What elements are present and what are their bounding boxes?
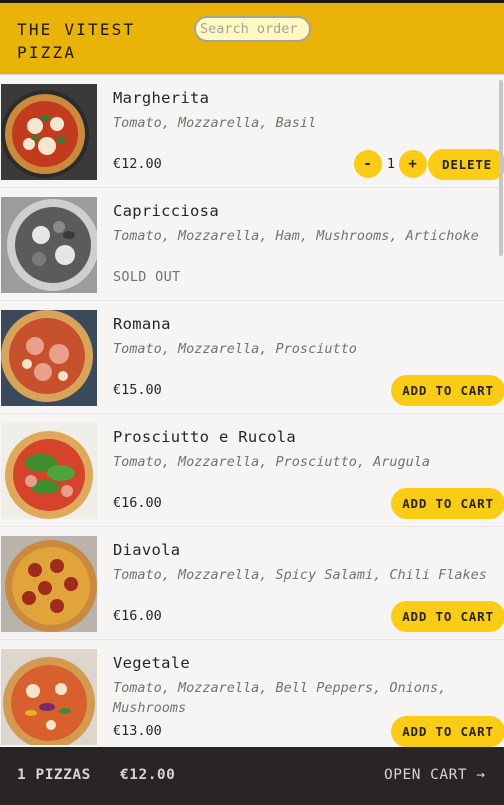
pizza-name: Vegetale xyxy=(113,654,191,672)
pizza-ingredients: Tomato, Mozzarella, Spicy Salami, Chili … xyxy=(113,567,487,583)
pizza-image-prosciutto-e-rucola xyxy=(1,423,97,519)
cart-overview-bar: 1 PIZZAS €12.00 OPEN CART → xyxy=(0,747,504,805)
pizza-ingredients: Tomato, Mozzarella, Prosciutto, Arugula xyxy=(113,454,430,470)
pizza-ingredients: Tomato, Mozzarella, Ham, Mushrooms, Arti… xyxy=(113,228,479,244)
cart-total-price: €12.00 xyxy=(120,767,176,783)
pizza-image-vegetale xyxy=(1,649,97,745)
app-header: THE VITEST PIZZA xyxy=(0,3,504,75)
pizza-price: €16.00 xyxy=(113,608,162,624)
pizza-ingredients: Tomato, Mozzarella, Basil xyxy=(113,115,317,131)
pizza-ingredients: Tomato, Mozzarella, Bell Peppers, Onions… xyxy=(113,680,447,716)
pizza-image-diavola xyxy=(1,536,97,632)
add-to-cart-button[interactable]: ADD TO CART xyxy=(391,716,504,747)
open-cart-link[interactable]: OPEN CART → xyxy=(384,767,486,783)
pizza-name: Prosciutto e Rucola xyxy=(113,428,297,446)
pizza-image-capricciosa xyxy=(1,197,97,293)
pizza-name: Diavola xyxy=(113,541,181,559)
pizza-image-romana xyxy=(1,310,97,406)
search-order-input[interactable] xyxy=(194,16,311,42)
pizza-price: €13.00 xyxy=(113,723,162,739)
sold-out-label: SOLD OUT xyxy=(113,269,181,285)
brand-logo-link[interactable]: THE VITEST PIZZA xyxy=(17,18,167,64)
pizza-price: €16.00 xyxy=(113,495,162,511)
pizza-ingredients: Tomato, Mozzarella, Prosciutto xyxy=(113,341,357,357)
menu-item-margherita: Margherita Tomato, Mozzarella, Basil €12… xyxy=(0,75,504,188)
decrease-quantity-button[interactable]: - xyxy=(354,150,382,178)
pizza-name: Romana xyxy=(113,315,171,333)
menu-list: Margherita Tomato, Mozzarella, Basil €12… xyxy=(0,75,504,747)
cart-pizza-count: 1 PIZZAS xyxy=(17,767,91,783)
menu-item-capricciosa: Capricciosa Tomato, Mozzarella, Ham, Mus… xyxy=(0,188,504,301)
pizza-name: Margherita xyxy=(113,89,210,107)
pizza-image-margherita xyxy=(1,84,97,180)
pizza-price: €15.00 xyxy=(113,382,162,398)
pizza-price: €12.00 xyxy=(113,156,162,172)
quantity-value: 1 xyxy=(386,156,396,172)
add-to-cart-button[interactable]: ADD TO CART xyxy=(391,375,504,406)
menu-item-romana: Romana Tomato, Mozzarella, Prosciutto €1… xyxy=(0,301,504,414)
delete-item-button[interactable]: DELETE xyxy=(428,149,504,180)
menu-item-prosciutto-e-rucola: Prosciutto e Rucola Tomato, Mozzarella, … xyxy=(0,414,504,527)
pizza-name: Capricciosa xyxy=(113,202,219,220)
scrollbar-thumb[interactable] xyxy=(499,80,503,256)
menu-item-vegetale: Vegetale Tomato, Mozzarella, Bell Pepper… xyxy=(0,640,504,747)
menu-item-diavola: Diavola Tomato, Mozzarella, Spicy Salami… xyxy=(0,527,504,640)
add-to-cart-button[interactable]: ADD TO CART xyxy=(391,488,504,519)
increase-quantity-button[interactable]: + xyxy=(399,150,427,178)
add-to-cart-button[interactable]: ADD TO CART xyxy=(391,601,504,632)
